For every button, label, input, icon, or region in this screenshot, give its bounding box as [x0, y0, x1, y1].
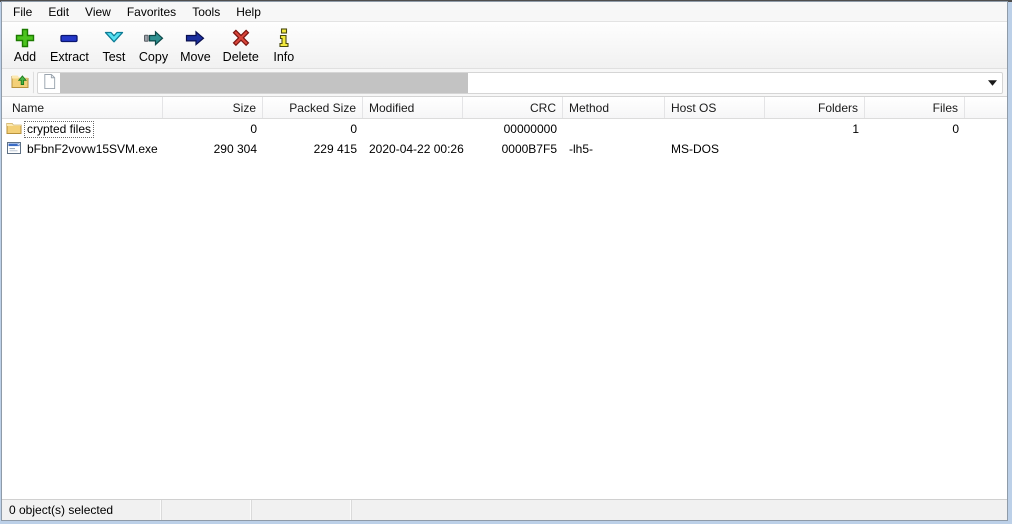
status-pane [252, 500, 352, 520]
add-plus-icon [12, 26, 38, 50]
menu-edit[interactable]: Edit [40, 3, 77, 21]
row-host-os: MS-DOS [665, 142, 765, 156]
app-window: File Edit View Favorites Tools Help Add [0, 0, 1012, 524]
move-button-label: Move [180, 50, 211, 65]
column-header-files[interactable]: Files [865, 97, 965, 118]
column-header-packed-size[interactable]: Packed Size [263, 97, 363, 118]
row-files: 0 [865, 122, 965, 136]
redacted-path-block [60, 73, 468, 93]
menu-favorites[interactable]: Favorites [119, 3, 184, 21]
info-button-label: Info [273, 50, 294, 65]
status-pane [352, 500, 1007, 520]
copy-button[interactable]: Copy [133, 24, 174, 66]
folder-up-icon [10, 71, 30, 94]
status-pane [162, 500, 252, 520]
column-header-folders[interactable]: Folders [765, 97, 865, 118]
file-name[interactable]: crypted files [25, 122, 93, 137]
move-button[interactable]: Move [174, 24, 217, 66]
column-header-name[interactable]: Name [2, 97, 163, 118]
test-button-label: Test [102, 50, 125, 65]
table-row[interactable]: bFbnF2vovw15SVM.exe 290 304 229 415 2020… [2, 139, 1007, 159]
copy-button-label: Copy [139, 50, 168, 65]
table-row[interactable]: crypted files 0 0 00000000 1 0 [2, 119, 1007, 139]
column-header-filler [965, 97, 1007, 118]
column-header-modified[interactable]: Modified [363, 97, 463, 118]
row-size: 0 [163, 122, 263, 136]
row-size: 290 304 [163, 142, 263, 156]
file-name[interactable]: bFbnF2vovw15SVM.exe [25, 142, 160, 157]
row-folders: 1 [765, 122, 865, 136]
row-method: -lh5- [563, 142, 665, 156]
test-checkmark-icon [101, 26, 127, 50]
extract-button[interactable]: Extract [44, 24, 95, 66]
info-button[interactable]: Info [265, 24, 303, 66]
row-crc: 00000000 [463, 122, 563, 136]
add-button-label: Add [14, 50, 36, 65]
address-path-input[interactable] [468, 74, 984, 92]
status-selected-count: 0 object(s) selected [2, 500, 162, 520]
menu-bar: File Edit View Favorites Tools Help [2, 2, 1007, 22]
info-icon [271, 26, 297, 50]
folder-icon [6, 121, 22, 138]
exe-file-icon [6, 140, 22, 159]
address-combobox[interactable] [37, 72, 1003, 94]
extract-button-label: Extract [50, 50, 89, 65]
delete-button[interactable]: Delete [217, 24, 265, 66]
extract-icon [56, 26, 82, 50]
column-header-crc[interactable]: CRC [463, 97, 563, 118]
add-button[interactable]: Add [6, 24, 44, 66]
menu-tools[interactable]: Tools [184, 3, 228, 21]
column-header-size[interactable]: Size [163, 97, 263, 118]
delete-button-label: Delete [223, 50, 259, 65]
delete-x-icon [228, 26, 254, 50]
menu-help[interactable]: Help [228, 3, 269, 21]
row-crc: 0000B7F5 [463, 142, 563, 156]
row-packed-size: 229 415 [263, 142, 363, 156]
column-header-method[interactable]: Method [563, 97, 665, 118]
menu-view[interactable]: View [77, 3, 119, 21]
document-icon [42, 73, 57, 93]
file-list-header: Name Size Packed Size Modified CRC Metho… [2, 97, 1007, 119]
chevron-down-icon[interactable] [984, 73, 1000, 93]
column-header-host-os[interactable]: Host OS [665, 97, 765, 118]
row-packed-size: 0 [263, 122, 363, 136]
test-button[interactable]: Test [95, 24, 133, 66]
status-bar: 0 object(s) selected [2, 499, 1007, 520]
row-modified: 2020-04-22 00:26 [363, 142, 463, 156]
move-arrow-icon [182, 26, 208, 50]
file-list: crypted files 0 0 00000000 1 0 [2, 119, 1007, 499]
row-name-cell[interactable]: bFbnF2vovw15SVM.exe [2, 140, 163, 159]
address-bar [2, 69, 1007, 97]
row-name-cell[interactable]: crypted files [2, 121, 163, 138]
copy-arrow-icon [141, 26, 167, 50]
folder-up-button[interactable] [6, 71, 34, 94]
toolbar: Add Extract Test [2, 22, 1007, 69]
menu-file[interactable]: File [5, 3, 40, 21]
